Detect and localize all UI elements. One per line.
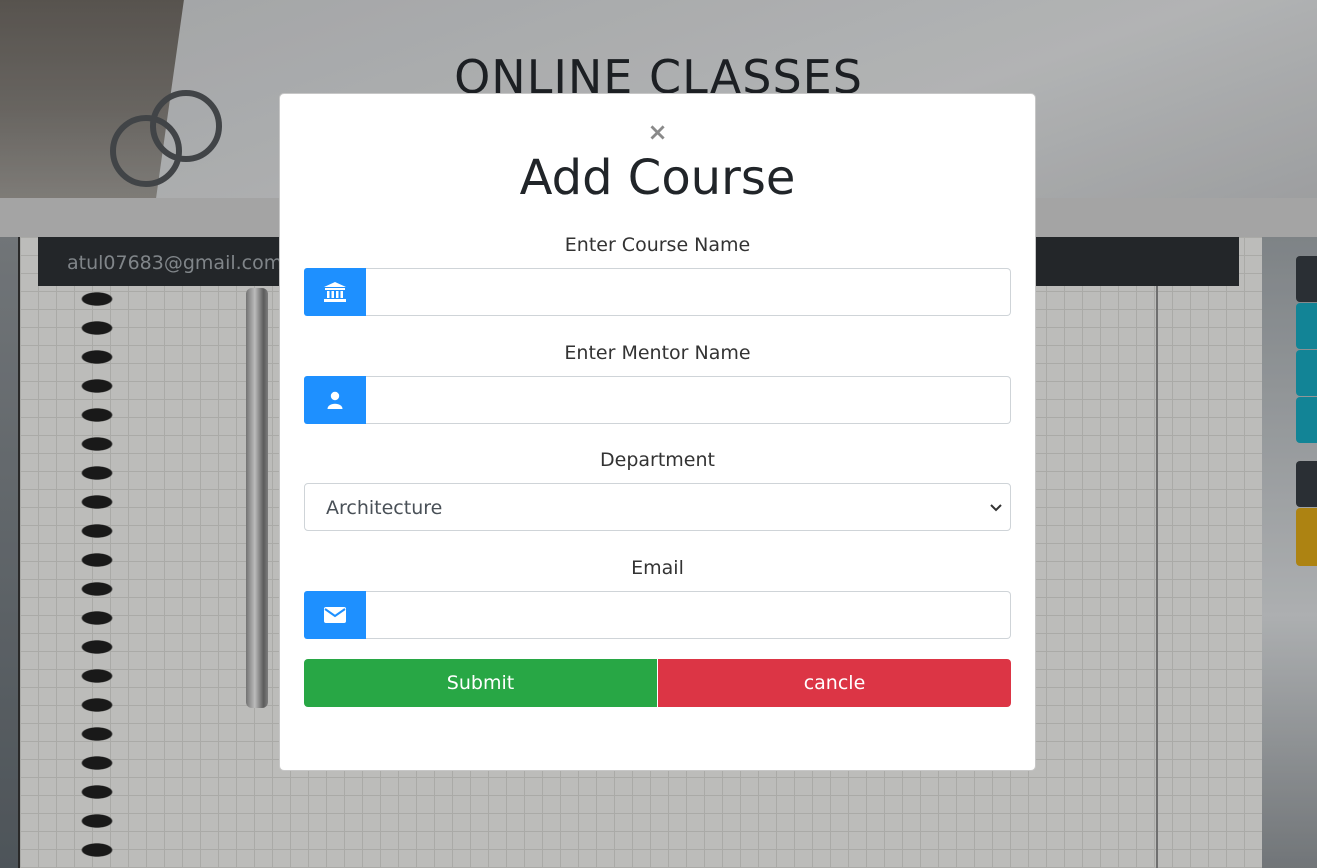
- department-select[interactable]: Architecture: [304, 483, 1011, 531]
- email-label: Email: [631, 557, 684, 579]
- department-label: Department: [600, 449, 715, 471]
- cancel-button[interactable]: cancle: [658, 659, 1011, 707]
- course-name-label: Enter Course Name: [564, 234, 751, 256]
- department-selected-value: Architecture: [326, 497, 443, 519]
- institution-icon: [304, 268, 366, 316]
- email-group: [304, 591, 1011, 639]
- mentor-name-group: [304, 376, 1011, 424]
- mentor-name-input[interactable]: [366, 376, 1011, 424]
- envelope-icon: [304, 591, 366, 639]
- add-course-modal: × Add Course Enter Course Name Enter Men…: [279, 93, 1036, 771]
- email-input[interactable]: [366, 591, 1011, 639]
- chevron-down-icon: [990, 484, 1002, 532]
- course-name-input[interactable]: [366, 268, 1011, 316]
- mentor-name-label: Enter Mentor Name: [564, 342, 751, 364]
- submit-button[interactable]: Submit: [304, 659, 657, 707]
- course-name-group: [304, 268, 1011, 316]
- modal-title: Add Course: [519, 150, 796, 206]
- user-icon: [304, 376, 366, 424]
- close-icon[interactable]: ×: [643, 118, 673, 146]
